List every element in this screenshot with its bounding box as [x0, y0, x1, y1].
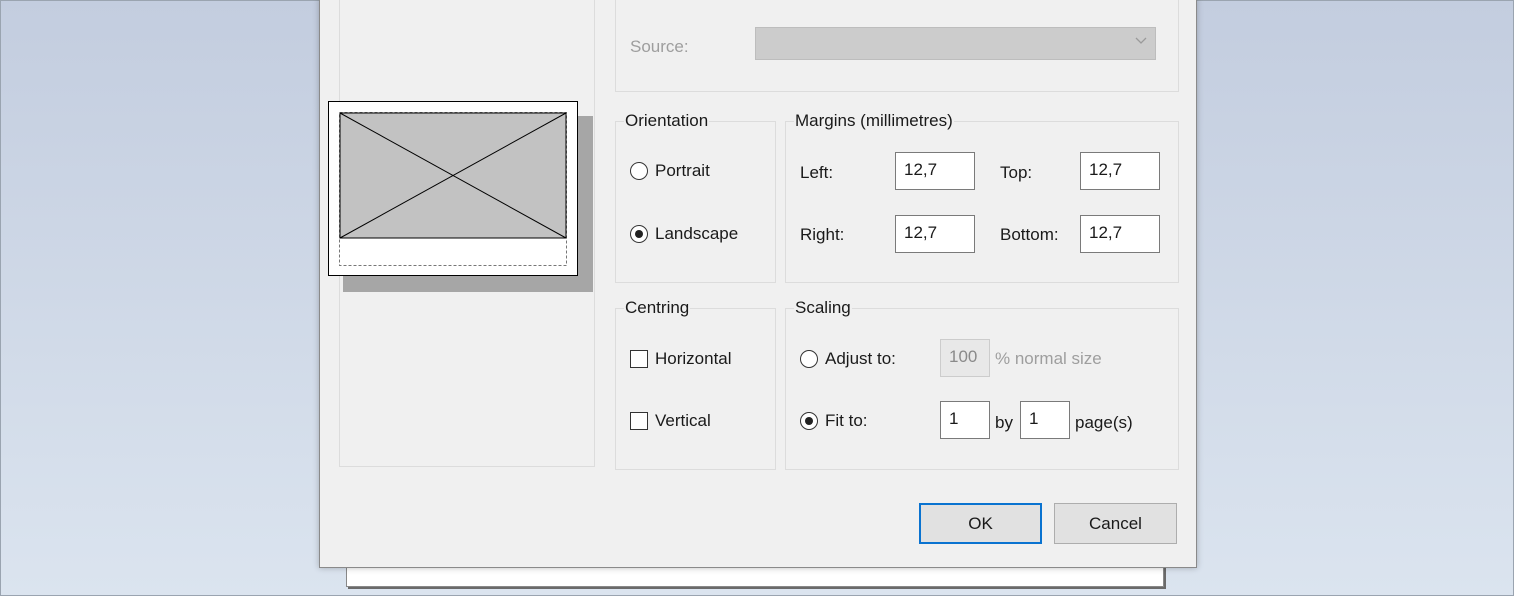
source-select[interactable]	[755, 27, 1156, 60]
landscape-radio[interactable]	[630, 225, 648, 243]
by-label: by	[995, 413, 1013, 432]
adjust-to-input[interactable]: 100	[940, 339, 990, 377]
scaling-group: Scaling	[785, 298, 1179, 470]
normal-size-label: % normal size	[995, 349, 1102, 368]
pages-label: page(s)	[1075, 413, 1133, 432]
centring-group: Centring	[615, 298, 776, 470]
portrait-label[interactable]: Portrait	[655, 161, 710, 181]
source-label: Source:	[630, 37, 689, 56]
bottom-margin-label: Bottom:	[1000, 225, 1059, 244]
page-setup-dialog: Source: Orientation Portrait Landscape M…	[319, 0, 1197, 568]
scaling-title: Scaling	[794, 298, 852, 318]
right-margin-input[interactable]: 12,7	[895, 215, 975, 253]
cancel-button[interactable]: Cancel	[1054, 503, 1177, 544]
ok-button[interactable]: OK	[919, 503, 1042, 544]
left-margin-label: Left:	[800, 163, 834, 182]
landscape-label[interactable]: Landscape	[655, 224, 738, 244]
top-margin-input[interactable]: 12,7	[1080, 152, 1160, 190]
right-margin-label: Right:	[800, 225, 845, 244]
bottom-margin-input[interactable]: 12,7	[1080, 215, 1160, 253]
orientation-title: Orientation	[624, 111, 710, 131]
chevron-down-icon	[1135, 37, 1147, 44]
adjust-to-radio[interactable]	[800, 350, 818, 368]
vertical-label[interactable]: Vertical	[655, 411, 711, 431]
portrait-radio[interactable]	[630, 162, 648, 180]
left-margin-input[interactable]: 12,7	[895, 152, 975, 190]
centring-title: Centring	[624, 298, 691, 318]
fit-pages-tall-input[interactable]: 1	[1020, 401, 1070, 439]
orientation-group: Orientation	[615, 111, 776, 283]
adjust-to-label[interactable]: Adjust to:	[825, 349, 896, 369]
fit-to-label[interactable]: Fit to:	[825, 411, 868, 431]
fit-to-radio[interactable]	[800, 412, 818, 430]
page-preview-icon	[328, 101, 593, 292]
horizontal-checkbox[interactable]	[630, 350, 648, 368]
top-margin-label: Top:	[1000, 163, 1033, 182]
horizontal-label[interactable]: Horizontal	[655, 349, 732, 369]
fit-pages-wide-input[interactable]: 1	[940, 401, 990, 439]
margins-group: Margins (millimetres)	[785, 111, 1179, 283]
margins-title: Margins (millimetres)	[794, 111, 954, 131]
vertical-checkbox[interactable]	[630, 412, 648, 430]
